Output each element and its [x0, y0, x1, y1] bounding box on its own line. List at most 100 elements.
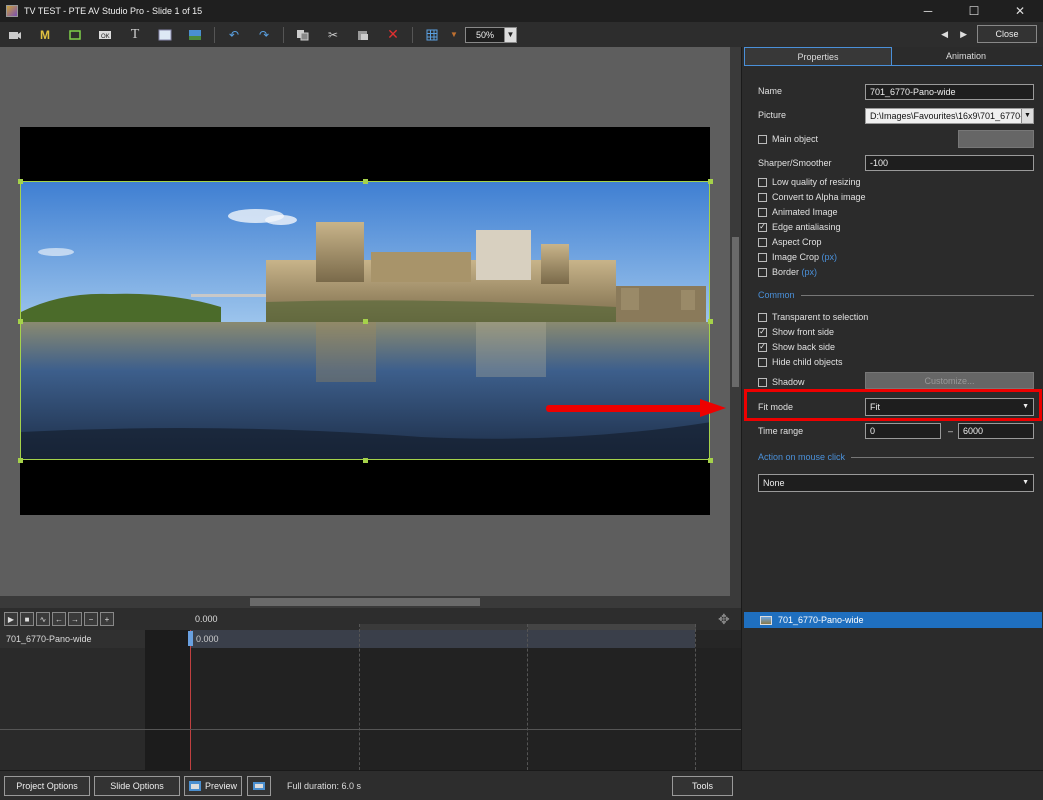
zoom-value[interactable]: 50% [465, 26, 505, 43]
rectangle-icon[interactable] [150, 22, 180, 47]
border-label: Border [772, 267, 800, 277]
resize-handle[interactable] [18, 458, 23, 463]
redo-icon[interactable]: ↷ [249, 22, 279, 47]
frame-icon[interactable] [60, 22, 90, 47]
main-object-checkbox[interactable] [758, 134, 767, 144]
tab-animation[interactable]: Animation [892, 47, 1040, 65]
track-list-area [0, 648, 145, 770]
toolbar-divider [412, 26, 413, 43]
convert-alpha-checkbox[interactable] [758, 192, 767, 202]
chevron-down-icon[interactable]: ▼ [505, 26, 517, 43]
slide-options-button[interactable]: Slide Options [94, 776, 180, 796]
time-end-field[interactable]: 6000 [958, 423, 1034, 439]
zoom-select[interactable]: 50% ▼ [465, 26, 517, 43]
delete-icon[interactable]: ✕ [378, 22, 408, 47]
arrow-left-icon[interactable]: ← [52, 612, 66, 626]
slide-canvas[interactable] [0, 47, 730, 596]
undo-icon[interactable]: ↶ [219, 22, 249, 47]
ok-icon[interactable]: OK [90, 22, 120, 47]
move-icon[interactable]: ✥ [718, 611, 730, 628]
timeline-ruler[interactable]: 0.000 [190, 608, 741, 630]
screen-button[interactable] [247, 776, 271, 796]
waveform-icon[interactable]: ∿ [36, 612, 50, 626]
canvas-vertical-scrollbar[interactable] [730, 47, 741, 596]
animated-image-checkbox[interactable] [758, 207, 767, 217]
resize-handle[interactable] [18, 319, 23, 324]
arrow-right-icon[interactable]: → [68, 612, 82, 626]
previous-slide-icon[interactable]: ◀ [941, 29, 948, 40]
annotation-highlight-box [744, 389, 1042, 421]
image-crop-label: Image Crop [772, 252, 820, 262]
play-icon[interactable]: ▶ [4, 612, 18, 626]
name-field[interactable]: 701_6770-Pano-wide [865, 84, 1034, 100]
transparent-label: Transparent to selection [772, 312, 869, 322]
action-select[interactable]: None ▼ [758, 474, 1034, 492]
copy-icon[interactable] [288, 22, 318, 47]
picture-label: Picture [758, 110, 787, 120]
tools-button[interactable]: Tools [672, 776, 733, 796]
picture-field[interactable]: D:\Images\Favourites\16x9\701_6770-Pa ▼ [865, 108, 1034, 124]
show-back-label: Show back side [772, 342, 836, 352]
timeline-body[interactable] [190, 648, 741, 770]
border-checkbox[interactable] [758, 267, 767, 277]
resize-handle[interactable] [363, 179, 368, 184]
show-back-checkbox[interactable]: ✓ [758, 342, 767, 352]
sharper-field[interactable]: -100 [865, 155, 1034, 171]
text-icon[interactable]: T [120, 22, 150, 47]
resize-handle[interactable] [363, 458, 368, 463]
chevron-down-icon[interactable]: ▼ [1021, 109, 1033, 123]
minus-icon[interactable]: − [84, 612, 98, 626]
image-crop-unit[interactable]: (px) [822, 252, 838, 262]
chevron-down-icon[interactable]: ▼ [1022, 475, 1029, 491]
time-start-field[interactable]: 0 [865, 423, 941, 439]
close-button[interactable]: Close [977, 25, 1037, 43]
resize-handle[interactable] [363, 319, 368, 324]
grid-icon[interactable] [417, 22, 447, 47]
tab-properties[interactable]: Properties [744, 47, 892, 65]
window-title: TV TEST - PTE AV Studio Pro - Slide 1 of… [24, 6, 203, 16]
keyframe-marker[interactable] [188, 631, 193, 646]
aspect-crop-checkbox[interactable] [758, 237, 767, 247]
svg-text:OK: OK [101, 34, 110, 40]
resize-handle[interactable] [18, 179, 23, 184]
m-icon[interactable]: M [30, 22, 60, 47]
resize-handle[interactable] [708, 458, 713, 463]
image-icon[interactable] [180, 22, 210, 47]
image-crop-checkbox[interactable] [758, 252, 767, 262]
shadow-checkbox[interactable] [758, 377, 767, 387]
object-list-item[interactable]: 701_6770-Pano-wide [744, 612, 1042, 628]
scrollbar-thumb[interactable] [250, 598, 480, 606]
show-front-checkbox[interactable]: ✓ [758, 327, 767, 337]
next-slide-icon[interactable]: ▶ [960, 29, 967, 40]
full-duration-label: Full duration: 6.0 s [287, 781, 362, 791]
properties-panel: Properties Animation Name 701_6770-Pano-… [741, 47, 1043, 608]
cut-icon[interactable]: ✂ [318, 22, 348, 47]
low-quality-checkbox[interactable] [758, 177, 767, 187]
maximize-button[interactable]: ☐ [951, 0, 997, 22]
playhead[interactable] [190, 630, 191, 770]
animated-image-label: Animated Image [772, 207, 838, 217]
resize-handle[interactable] [708, 179, 713, 184]
timeline-track-bar[interactable]: 0.000 [190, 630, 695, 648]
stop-icon[interactable]: ■ [20, 612, 34, 626]
edge-antialiasing-checkbox[interactable]: ✓ [758, 222, 767, 232]
timeline-gridline [527, 624, 528, 770]
timeline-gridline [695, 624, 696, 770]
shadow-label: Shadow [772, 377, 805, 387]
project-options-button[interactable]: Project Options [4, 776, 90, 796]
preview-button[interactable]: Preview [184, 776, 242, 796]
scrollbar-thumb[interactable] [732, 237, 739, 387]
window-close-button[interactable]: ✕ [997, 0, 1043, 22]
track-name[interactable]: 701_6770-Pano-wide [0, 630, 145, 648]
border-unit[interactable]: (px) [802, 267, 818, 277]
section-divider [800, 294, 1034, 296]
paste-icon[interactable] [348, 22, 378, 47]
minimize-button[interactable]: ─ [905, 0, 951, 22]
transparent-checkbox[interactable] [758, 312, 767, 322]
camera-icon[interactable] [0, 22, 30, 47]
hide-child-checkbox[interactable] [758, 357, 767, 367]
resize-handle[interactable] [708, 319, 713, 324]
grid-dropdown-icon[interactable]: ▼ [447, 22, 461, 47]
canvas-horizontal-scrollbar[interactable] [0, 596, 741, 608]
plus-icon[interactable]: + [100, 612, 114, 626]
